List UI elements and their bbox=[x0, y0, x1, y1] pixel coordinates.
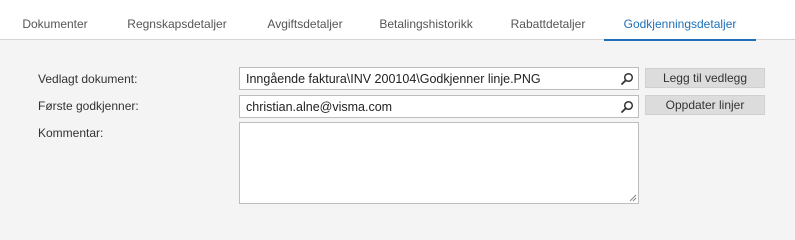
tab-godkjenningsdetaljer[interactable]: Godkjenningsdetaljer bbox=[604, 0, 756, 41]
comment-textarea[interactable] bbox=[239, 122, 639, 204]
tab-dokumenter[interactable]: Dokumenter bbox=[10, 0, 100, 40]
tab-rabattdetaljer[interactable]: Rabattdetaljer bbox=[500, 0, 596, 40]
tab-betalingshistorikk[interactable]: Betalingshistorikk bbox=[370, 0, 482, 40]
attachment-field[interactable]: Inngående faktura\INV 200104\Godkjenner … bbox=[239, 67, 639, 90]
tab-label: Godkjenningsdetaljer bbox=[623, 17, 737, 31]
tab-bar: Dokumenter Regnskapsdetaljer Avgiftsdeta… bbox=[0, 0, 795, 41]
first-approver-field[interactable]: christian.alne@visma.com bbox=[239, 95, 639, 118]
tab-regnskapsdetaljer[interactable]: Regnskapsdetaljer bbox=[118, 0, 236, 40]
first-approver-value: christian.alne@visma.com bbox=[246, 100, 393, 114]
comment-label: Kommentar: bbox=[38, 126, 104, 140]
search-icon[interactable] bbox=[619, 71, 635, 87]
resize-grip-icon[interactable] bbox=[628, 193, 637, 202]
update-lines-button[interactable]: Oppdater linjer bbox=[645, 95, 765, 115]
attachment-label: Vedlagt dokument: bbox=[38, 72, 138, 86]
attachment-value: Inngående faktura\INV 200104\Godkjenner … bbox=[246, 72, 541, 86]
add-attachment-button[interactable]: Legg til vedlegg bbox=[645, 68, 765, 88]
search-icon[interactable] bbox=[619, 99, 635, 115]
tab-avgiftsdetaljer[interactable]: Avgiftsdetaljer bbox=[256, 0, 354, 40]
active-tab-indicator bbox=[604, 39, 756, 41]
first-approver-label: Første godkjenner: bbox=[38, 99, 139, 113]
